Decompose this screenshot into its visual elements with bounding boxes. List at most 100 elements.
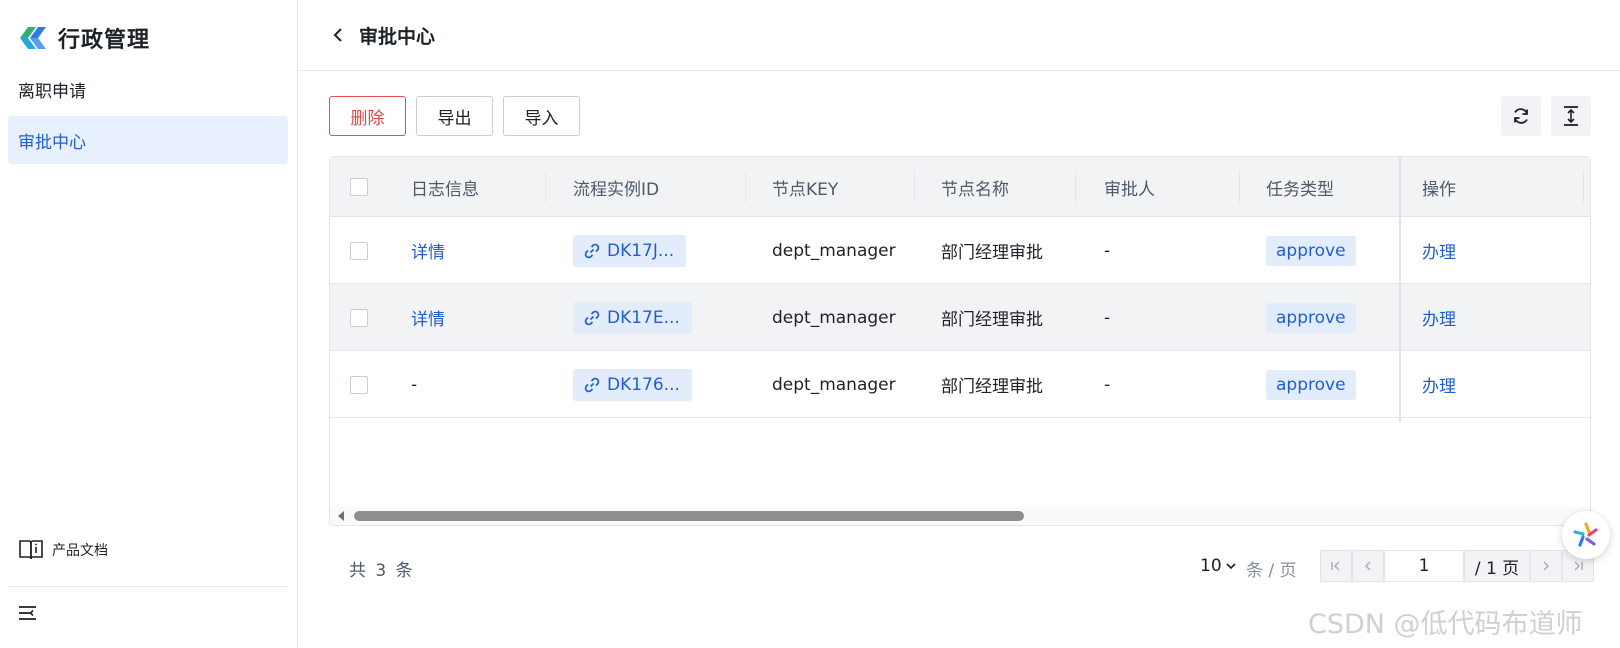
refresh-button[interactable] — [1501, 96, 1541, 136]
instance-id-cell: DK176... — [573, 351, 692, 418]
page-size-select[interactable]: 10 — [1200, 556, 1237, 576]
watermark: CSDN @低代码布道师 — [1308, 609, 1583, 640]
assistant-button[interactable] — [1562, 511, 1610, 559]
task-type-cell: approve — [1266, 217, 1356, 284]
row-height-button[interactable] — [1551, 96, 1591, 136]
row-height-icon — [1564, 106, 1578, 126]
column-divider — [745, 171, 746, 203]
column-header-node-key: 节点KEY — [772, 179, 839, 200]
node-key-cell: dept_manager — [772, 374, 896, 395]
total-count: 共 3 条 — [349, 561, 415, 581]
column-header-instance-id: 流程实例ID — [573, 179, 660, 200]
page-title: 审批中心 — [359, 25, 436, 48]
instance-id-text: DK17J... — [607, 240, 675, 261]
sidebar-item-approval-center[interactable]: 审批中心 — [8, 116, 288, 164]
instance-id-link[interactable]: DK17J... — [573, 234, 687, 267]
brand: 行政管理 — [18, 22, 150, 54]
link-icon — [584, 377, 600, 392]
prev-page-button[interactable] — [1352, 550, 1384, 582]
row-checkbox[interactable] — [350, 308, 368, 327]
node-key-cell: dept_manager — [772, 307, 896, 328]
menu-collapse-button[interactable] — [18, 604, 38, 626]
column-header-node-name: 节点名称 — [941, 179, 1009, 200]
row-select-cell — [350, 351, 368, 418]
handle-action-link[interactable]: 办理 — [1422, 351, 1456, 418]
approver-cell: - — [1104, 240, 1111, 261]
instance-id-link[interactable]: DK17E... — [573, 301, 692, 334]
scroll-left-arrow-icon[interactable] — [338, 511, 344, 521]
row-select-cell — [350, 284, 368, 351]
log-cell: - — [411, 374, 418, 395]
fixed-column-shadow — [1399, 157, 1401, 422]
instance-id-cell: DK17E... — [573, 284, 692, 351]
column-header-approver: 审批人 — [1104, 179, 1155, 200]
task-type-cell: approve — [1266, 284, 1356, 351]
back-icon[interactable] — [331, 26, 345, 44]
sidebar-item-resignation[interactable]: 离职申请 — [8, 65, 288, 113]
select-all-cell — [350, 157, 368, 217]
row-checkbox[interactable] — [350, 241, 368, 260]
column-divider — [545, 171, 546, 203]
page-size-unit: 条 / 页 — [1246, 561, 1297, 581]
docs-link[interactable]: 产品文档 — [18, 538, 108, 562]
table-row: 详情 DK17E... dept_manager 部门经理审批 - approv… — [330, 284, 1590, 351]
book-icon — [19, 540, 43, 560]
pagination: / 1 页 — [1320, 550, 1594, 582]
refresh-icon — [1514, 108, 1528, 124]
brand-title: 行政管理 — [58, 28, 151, 53]
next-page-button[interactable] — [1530, 550, 1562, 582]
next-page-icon — [1543, 561, 1550, 571]
page-size-value: 10 — [1200, 556, 1222, 576]
export-button[interactable]: 导出 — [416, 96, 493, 136]
node-key-cell: dept_manager — [772, 240, 896, 261]
column-divider — [914, 171, 915, 203]
instance-id-text: DK17E... — [607, 307, 680, 328]
scrollbar-thumb[interactable] — [354, 511, 1024, 521]
table-row: 详情 DK17J... dept_manager 部门经理审批 - approv… — [330, 217, 1590, 284]
instance-id-link[interactable]: DK176... — [573, 368, 692, 401]
task-type-tag: approve — [1266, 302, 1356, 333]
table-row: - DK176... dept_manager 部门经理审批 - approve… — [330, 351, 1590, 418]
import-button[interactable]: 导入 — [503, 96, 580, 136]
table-header: 日志信息 流程实例ID 节点KEY 节点名称 审批人 任务类型 操作 — [330, 157, 1590, 217]
last-page-icon — [1574, 561, 1583, 571]
node-name-cell: 部门经理审批 — [941, 377, 1043, 397]
column-divider — [1075, 171, 1076, 203]
first-page-icon — [1331, 561, 1340, 571]
instance-id-cell: DK17J... — [573, 217, 687, 284]
handle-action-link[interactable]: 办理 — [1422, 217, 1456, 284]
task-type-tag: approve — [1266, 369, 1356, 400]
delete-button[interactable]: 删除 — [329, 96, 406, 136]
node-name-cell: 部门经理审批 — [941, 243, 1043, 263]
row-checkbox[interactable] — [350, 375, 368, 394]
instance-id-text: DK176... — [607, 374, 680, 395]
prev-page-icon — [1364, 561, 1371, 571]
column-divider — [1239, 171, 1240, 203]
page-number-input[interactable] — [1384, 550, 1464, 582]
task-type-tag: approve — [1266, 235, 1356, 266]
log-detail-link[interactable]: 详情 — [411, 284, 445, 351]
sidebar: 行政管理 离职申请 审批中心 产品文档 — [0, 0, 298, 648]
select-all-checkbox[interactable] — [350, 178, 368, 196]
first-page-button[interactable] — [1320, 550, 1352, 582]
log-detail-link[interactable]: 详情 — [411, 217, 445, 284]
node-name-cell: 部门经理审批 — [941, 310, 1043, 330]
page-header: 审批中心 — [299, 0, 1620, 71]
column-divider — [1583, 171, 1584, 203]
app-root: 行政管理 离职申请 审批中心 产品文档 审批中心 删除 导出 导入 日志信息 流… — [0, 0, 1620, 648]
chevron-down-icon — [1226, 563, 1236, 570]
link-icon — [584, 243, 600, 258]
column-header-log: 日志信息 — [411, 179, 479, 200]
approver-cell: - — [1104, 374, 1111, 395]
total-pages: / 1 页 — [1464, 550, 1530, 582]
assistant-icon — [1573, 522, 1598, 547]
menu-collapse-icon — [19, 606, 36, 620]
approver-cell: - — [1104, 307, 1111, 328]
column-header-action: 操作 — [1422, 179, 1456, 200]
approval-table: 日志信息 流程实例ID 节点KEY 节点名称 审批人 任务类型 操作 详情 DK… — [329, 156, 1591, 526]
link-icon — [584, 310, 600, 325]
task-type-cell: approve — [1266, 351, 1356, 418]
column-header-task-type: 任务类型 — [1266, 179, 1334, 200]
handle-action-link[interactable]: 办理 — [1422, 284, 1456, 351]
horizontal-scrollbar[interactable] — [330, 507, 1590, 525]
